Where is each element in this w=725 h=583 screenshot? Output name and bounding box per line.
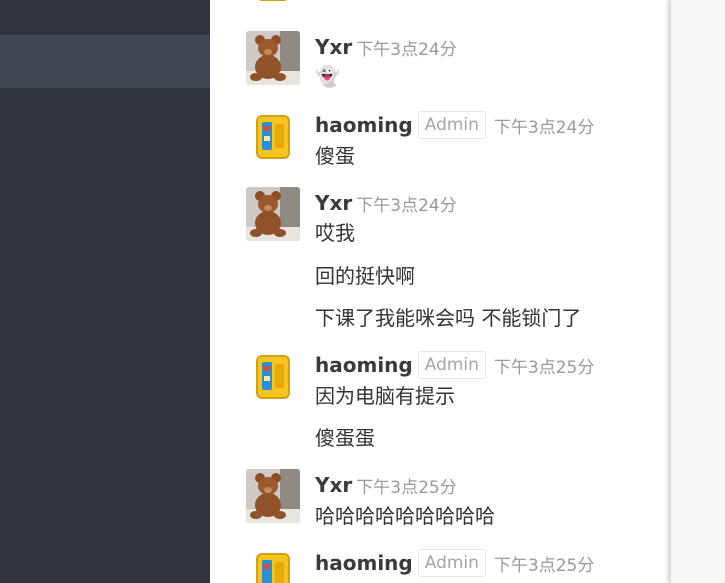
username[interactable]: haoming xyxy=(315,353,413,377)
message-header: Yxr 下午3点25分 xyxy=(315,471,457,499)
timestamp: 下午3点24分 xyxy=(493,117,595,138)
avatar[interactable] xyxy=(246,350,300,404)
teddy-bear-icon xyxy=(246,31,300,85)
message-header: Yxr 下午3点24分 xyxy=(315,189,457,217)
yellow-box-icon xyxy=(246,548,300,583)
avatar[interactable] xyxy=(246,0,300,6)
message-text: 因为电脑有提示 xyxy=(315,384,455,408)
username[interactable]: Yxr xyxy=(315,191,352,215)
message-header: Yxr 下午3点24分 xyxy=(315,33,457,61)
message-text: 傻蛋 xyxy=(315,144,355,168)
message-header: haoming Admin 下午3点25分 xyxy=(315,549,594,577)
message-text: 哎我 xyxy=(315,221,355,245)
yellow-box-icon xyxy=(246,350,300,404)
username[interactable]: Yxr xyxy=(315,35,352,59)
message-text: 下课了我能咪会吗 不能锁门了 xyxy=(315,306,582,330)
timestamp: 下午3点25分 xyxy=(493,555,595,576)
yellow-box-icon xyxy=(246,110,300,164)
role-badge: Admin xyxy=(417,111,486,139)
message-text: 👻 xyxy=(315,64,340,88)
username[interactable]: haoming xyxy=(315,551,413,575)
timestamp: 下午3点25分 xyxy=(493,357,595,378)
username[interactable]: haoming xyxy=(315,113,413,137)
message-text: 傻蛋蛋 xyxy=(315,426,375,450)
sidebar-item-previous[interactable] xyxy=(0,0,210,35)
avatar[interactable] xyxy=(246,187,300,241)
avatar[interactable] xyxy=(246,548,300,583)
avatar[interactable] xyxy=(246,469,300,523)
message-text: 回的挺快啊 xyxy=(315,264,415,288)
timestamp: 下午3点24分 xyxy=(356,39,457,60)
message-text: 哈哈哈哈哈哈哈哈哈 xyxy=(315,504,495,528)
message-header: haoming Admin 下午3点24分 xyxy=(315,111,594,139)
role-badge: Admin xyxy=(417,351,486,379)
role-badge: Admin xyxy=(417,549,486,577)
username[interactable]: Yxr xyxy=(315,473,352,497)
sidebar xyxy=(0,0,210,583)
yellow-box-icon xyxy=(246,0,300,6)
teddy-bear-icon xyxy=(246,469,300,523)
teddy-bear-icon xyxy=(246,187,300,241)
message-list[interactable]: Yxr 下午3点24分 👻 haoming Admin 下午3点24分 傻蛋 Y… xyxy=(210,0,670,583)
app-window: Yxr 下午3点24分 👻 haoming Admin 下午3点24分 傻蛋 Y… xyxy=(0,0,725,583)
sidebar-item-active[interactable] xyxy=(0,35,210,88)
avatar[interactable] xyxy=(246,31,300,85)
message-header: haoming Admin 下午3点25分 xyxy=(315,351,594,379)
timestamp: 下午3点25分 xyxy=(356,477,457,498)
avatar[interactable] xyxy=(246,110,300,164)
right-panel xyxy=(670,0,725,583)
timestamp: 下午3点24分 xyxy=(356,195,457,216)
